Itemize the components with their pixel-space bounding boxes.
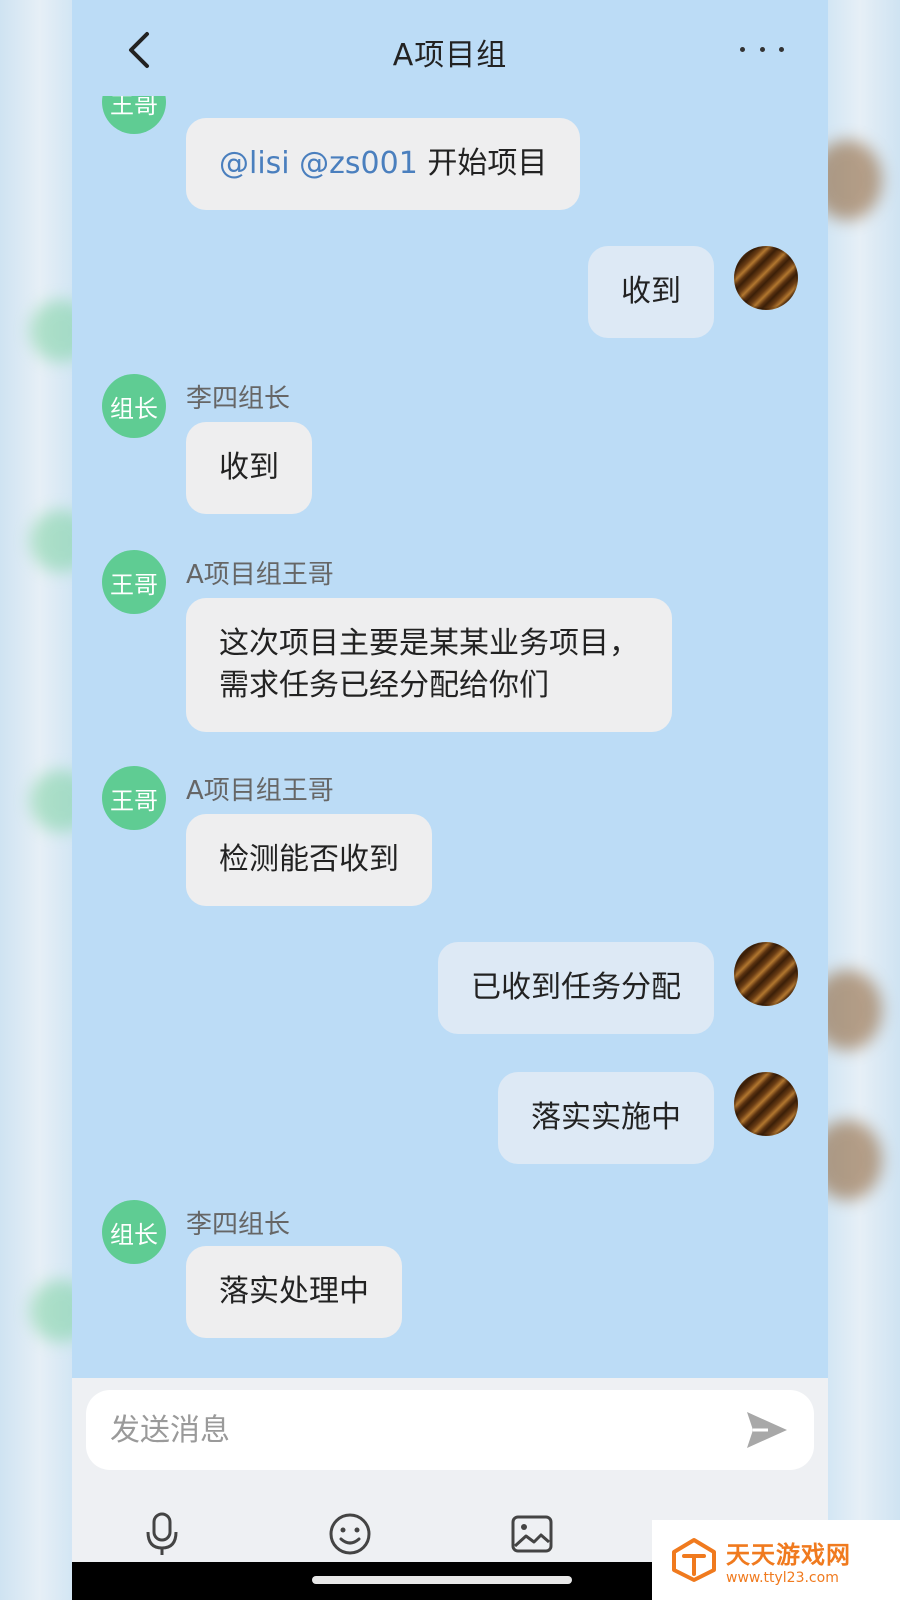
message-bubble[interactable]: 已收到任务分配 <box>438 942 714 1034</box>
microphone-icon <box>146 1512 178 1555</box>
more-dot <box>740 46 745 52</box>
home-indicator[interactable] <box>312 1576 572 1584</box>
more-dot <box>779 46 784 52</box>
avatar[interactable]: 王哥 <box>102 550 166 614</box>
message-bubble[interactable]: 落实实施中 <box>498 1072 714 1164</box>
image-icon <box>511 1515 553 1553</box>
avatar-label: 王哥 <box>110 570 158 599</box>
image-button[interactable] <box>508 1510 556 1558</box>
watermark-text: 天天游戏网 www.ttyl23.com <box>726 1535 851 1586</box>
message-bubble[interactable]: 收到 <box>588 246 714 338</box>
my-avatar[interactable] <box>734 246 798 310</box>
avatar-label: 组长 <box>110 394 158 423</box>
message-text: 收到 <box>219 450 279 485</box>
watermark-logo-icon <box>672 1538 716 1582</box>
sender-name: A项目组王哥 <box>186 560 334 590</box>
sender-name: 李四组长 <box>186 1210 291 1240</box>
sender-name: A项目组王哥 <box>186 776 334 806</box>
message-text: 落实实施中 <box>531 1100 681 1135</box>
watermark-name: 天天游戏网 <box>726 1540 851 1569</box>
chat-screen: A项目组 王哥 @lisi @zs001 开始项目 收到 组长 李四组长 收到 <box>72 0 828 1600</box>
message-bubble[interactable]: @lisi @zs001 开始项目 <box>186 118 581 210</box>
avatar[interactable]: 组长 <box>102 374 166 438</box>
message-bubble[interactable]: 落实处理中 <box>186 1246 402 1338</box>
avatar[interactable]: 王哥 <box>102 766 166 830</box>
voice-button[interactable] <box>138 1510 186 1558</box>
message-text: 落实处理中 <box>219 1274 369 1309</box>
message-input-box <box>86 1390 814 1470</box>
avatar[interactable]: 组长 <box>102 1200 166 1264</box>
message-text: 这次项目主要是某某业务项目， <box>219 626 639 661</box>
message-text: 检测能否收到 <box>219 842 399 877</box>
message-text: 已收到任务分配 <box>471 970 681 1005</box>
more-dot <box>759 46 765 52</box>
message-bubble[interactable]: 收到 <box>186 422 312 514</box>
chat-header: A项目组 <box>72 0 828 104</box>
emoji-button[interactable] <box>326 1510 374 1558</box>
avatar[interactable]: 王哥 <box>102 96 166 134</box>
emoji-icon <box>329 1513 371 1555</box>
back-button[interactable] <box>118 28 158 72</box>
sender-name: 李四组长 <box>186 384 291 414</box>
message-text: 开始项目 <box>417 146 548 181</box>
message-text: 收到 <box>621 274 681 309</box>
watermark-url: www.ttyl23.com <box>726 1569 839 1586</box>
message-text: 需求任务已经分配给你们 <box>219 668 549 703</box>
mention-text[interactable]: @lisi @zs001 <box>219 146 418 181</box>
message-input[interactable] <box>110 1390 710 1470</box>
more-options-button[interactable] <box>740 34 784 64</box>
chevron-left-icon <box>129 32 149 68</box>
watermark: 天天游戏网 www.ttyl23.com <box>652 1520 900 1600</box>
send-icon <box>747 1412 787 1448</box>
message-list[interactable]: 王哥 @lisi @zs001 开始项目 收到 组长 李四组长 收到 王哥 A项… <box>72 96 828 1380</box>
my-avatar[interactable] <box>734 1072 798 1136</box>
message-bubble[interactable]: 这次项目主要是某某业务项目， 需求任务已经分配给你们 <box>186 598 672 732</box>
message-bubble[interactable]: 检测能否收到 <box>186 814 432 906</box>
send-button[interactable] <box>744 1408 790 1452</box>
avatar-label: 王哥 <box>110 786 158 815</box>
my-avatar[interactable] <box>734 942 798 1006</box>
avatar-label: 王哥 <box>110 96 158 119</box>
avatar-label: 组长 <box>110 1220 158 1249</box>
chat-title: A项目组 <box>392 38 508 73</box>
